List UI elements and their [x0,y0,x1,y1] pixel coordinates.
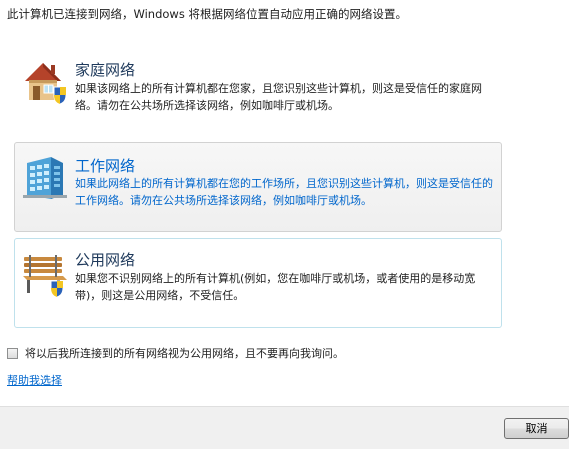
intro-text: 此计算机已连接到网络，Windows 将根据网络位置自动应用正确的网络设置。 [7,7,407,21]
public-network-option[interactable]: 公用网络 如果您不识别网络上的所有计算机(例如，您在咖啡厅或机场，或者使用的是移… [14,238,502,328]
public-network-title: 公用网络 [75,251,136,269]
cancel-button[interactable]: 取消 [504,418,569,439]
dialog-footer: 取消 [0,406,569,449]
work-network-description: 如果此网络上的所有计算机都在您的工作场所，且您识别这些计算机，则这是受信任的工作… [75,177,493,207]
house-shield-icon [25,63,67,105]
home-network-option[interactable]: 家庭网络 如果该网络上的所有计算机都在您家，且您识别这些计算机，则这是受信任的家… [14,49,502,133]
public-network-description: 如果您不识别网络上的所有计算机(例如，您在咖啡厅或机场，或者使用的是移动宽带)，… [75,272,476,302]
treat-all-public-row[interactable]: 将以后我所连接到的所有网络视为公用网络，且不要再向我询问。 [7,345,344,361]
office-building-icon [23,157,67,199]
home-network-description: 如果该网络上的所有计算机都在您家，且您识别这些计算机，则这是受信任的家庭网络。请… [75,82,482,112]
treat-all-public-label[interactable]: 将以后我所连接到的所有网络视为公用网络，且不要再向我询问。 [25,345,344,361]
home-network-title: 家庭网络 [75,61,136,79]
help-me-choose-link[interactable]: 帮助我选择 [7,372,62,388]
set-network-location-dialog: 此计算机已连接到网络，Windows 将根据网络位置自动应用正确的网络设置。 家… [0,0,569,449]
treat-all-public-checkbox[interactable] [7,347,18,359]
work-network-option[interactable]: 工作网络 如果此网络上的所有计算机都在您的工作场所，且您识别这些计算机，则这是受… [14,142,502,232]
park-bench-shield-icon [23,255,67,297]
work-network-title: 工作网络 [75,157,136,175]
